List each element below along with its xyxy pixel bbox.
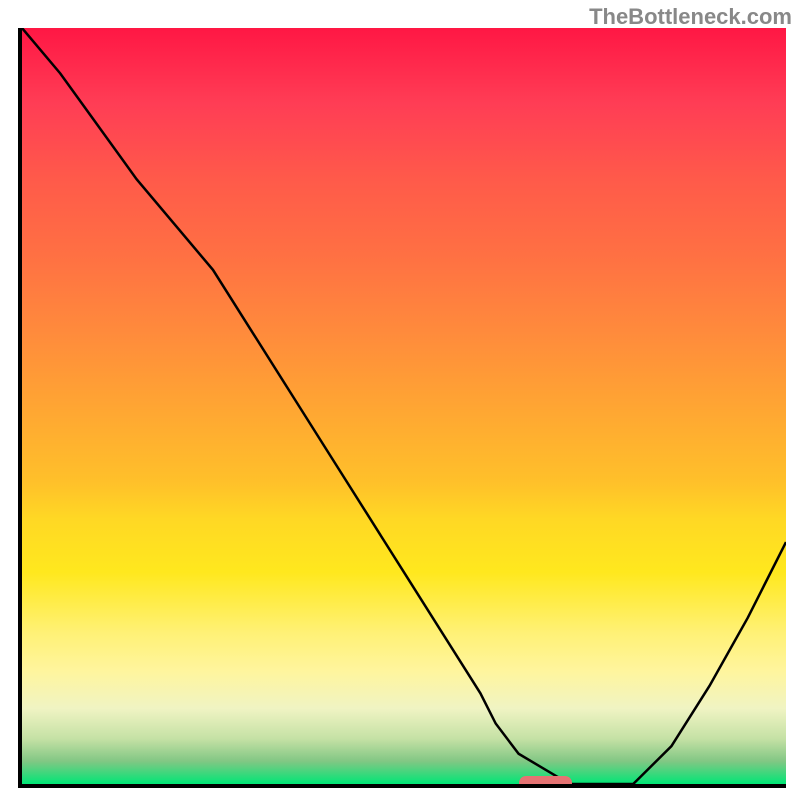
bottleneck-curve bbox=[22, 28, 786, 784]
curve-svg bbox=[22, 28, 786, 784]
chart-container: TheBottleneck.com bbox=[0, 0, 800, 800]
plot-area bbox=[18, 28, 786, 788]
optimal-marker bbox=[519, 776, 572, 788]
watermark-text: TheBottleneck.com bbox=[589, 4, 792, 30]
